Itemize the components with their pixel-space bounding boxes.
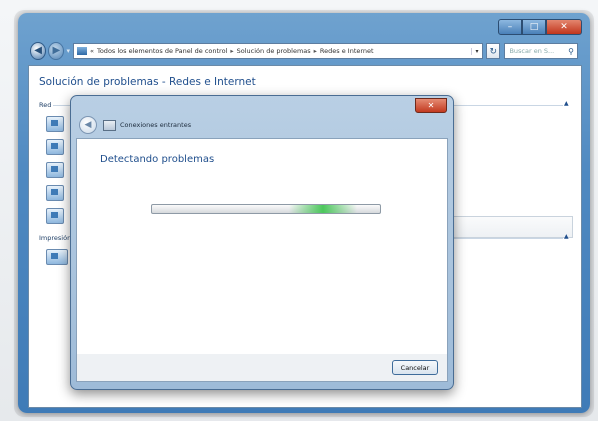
breadcrumb-item[interactable]: Redes e Internet [320, 47, 374, 55]
minimize-button[interactable]: – [498, 19, 522, 35]
dialog-back-icon[interactable]: ◀ [79, 116, 97, 134]
dialog-title: Conexiones entrantes [120, 121, 192, 129]
collapse-network-icon[interactable]: ▲ [564, 100, 569, 107]
maximize-button[interactable]: □ [522, 19, 546, 35]
breadcrumb-separator-icon[interactable]: ▸ [230, 47, 233, 55]
back-icon[interactable]: ◀ [30, 42, 47, 60]
forward-icon[interactable]: ▶ [48, 42, 65, 60]
printer-icon[interactable] [46, 249, 68, 265]
network-adapter-icon[interactable] [46, 185, 64, 201]
collapse-printing-icon[interactable]: ▲ [564, 233, 569, 240]
status-message: Detectando problemas [100, 154, 215, 165]
breadcrumb-separator-icon[interactable]: ▸ [314, 47, 317, 55]
address-dropdown-icon[interactable]: ▾ [470, 47, 482, 55]
search-input[interactable]: Buscar en S... ⚲ [504, 43, 579, 59]
breadcrumb-root[interactable]: « [90, 47, 94, 55]
dialog-header: ◀ Conexiones entrantes [79, 116, 191, 134]
control-panel-icon [76, 47, 87, 55]
progress-bar [151, 204, 381, 214]
cancel-button[interactable]: Cancelar [392, 360, 438, 375]
search-placeholder: Buscar en S... [509, 47, 555, 55]
search-icon[interactable]: ⚲ [568, 47, 574, 56]
section-heading-printing: Impresión [39, 234, 72, 242]
incoming-connections-icon[interactable] [46, 208, 64, 224]
internet-connection-icon[interactable] [46, 116, 64, 132]
progress-indicator [288, 205, 358, 213]
troubleshooter-dialog: ✕ ◀ Conexiones entrantes Detectando prob… [70, 95, 454, 390]
close-button[interactable]: ✕ [546, 19, 582, 35]
refresh-icon[interactable]: ↻ [485, 43, 501, 59]
breadcrumb-item[interactable]: Todos los elementos de Panel de control [97, 47, 227, 55]
window-controls: – □ ✕ [498, 19, 582, 35]
dialog-body: Detectando problemas [76, 138, 448, 355]
homegroup-icon[interactable] [46, 162, 64, 178]
section-heading-network: Red [39, 101, 52, 109]
breadcrumb-item[interactable]: Solución de problemas [237, 47, 311, 55]
shared-folder-icon[interactable] [46, 139, 64, 155]
dialog-close-button[interactable]: ✕ [415, 98, 447, 113]
troubleshoot-icon [103, 119, 116, 131]
dialog-footer: Cancelar [76, 354, 448, 382]
navigation-toolbar: ◀ ▶ ▾ « Todos los elementos de Panel de … [30, 41, 579, 61]
address-bar[interactable]: « Todos los elementos de Panel de contro… [72, 43, 483, 59]
page-title: Solución de problemas - Redes e Internet [39, 76, 256, 88]
recent-pages-dropdown[interactable]: ▾ [66, 47, 70, 55]
